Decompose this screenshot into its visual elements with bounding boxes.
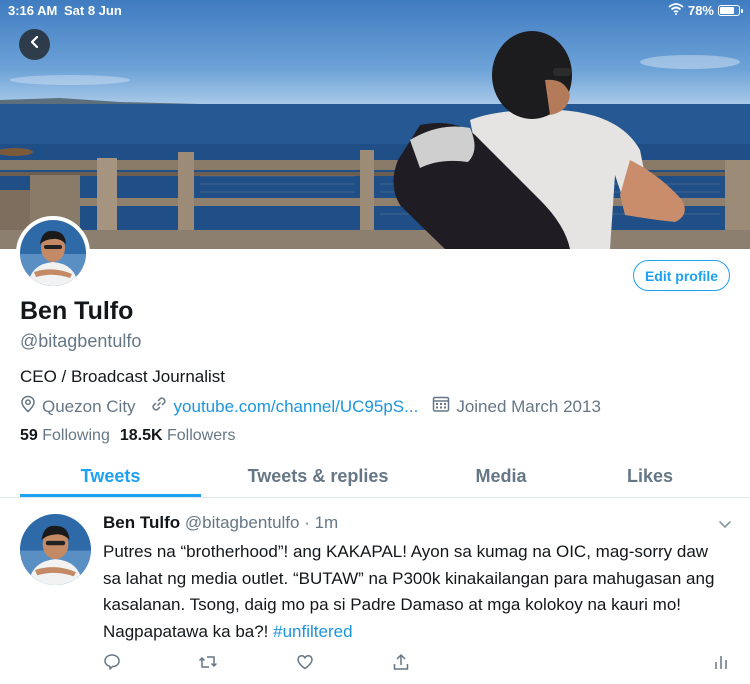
tweet-author-name[interactable]: Ben Tulfo [103, 513, 180, 532]
wifi-icon [668, 3, 684, 18]
tweet-text: Putres na “brotherhood”! ang KAKAPAL! Ay… [103, 542, 715, 641]
edit-profile-button[interactable]: Edit profile [633, 260, 730, 291]
analytics-icon[interactable] [714, 653, 728, 676]
share-icon[interactable] [392, 653, 410, 676]
active-tab-indicator [20, 494, 201, 497]
profile-bio: CEO / Broadcast Journalist [20, 367, 226, 386]
tweet-hashtag[interactable]: #unfiltered [273, 622, 352, 641]
status-date: Sat 8 Jun [64, 3, 122, 18]
banner-photo [0, 31, 750, 249]
tweet-avatar[interactable] [20, 514, 91, 585]
tab-tweets-replies[interactable]: Tweets & replies [218, 466, 418, 487]
heart-icon[interactable] [296, 653, 314, 676]
tweet-body: Putres na “brotherhood”! ang KAKAPAL! Ay… [103, 539, 728, 645]
back-arrow-icon [29, 35, 41, 54]
tab-likes[interactable]: Likes [590, 466, 710, 487]
profile-banner[interactable] [0, 0, 750, 249]
followers-label: Followers [167, 427, 236, 444]
link-icon [150, 395, 168, 418]
status-time: 3:16 AM [8, 3, 58, 18]
battery-level [720, 7, 735, 14]
follow-stats: 59 Following 18.5K Followers [20, 427, 235, 445]
profile-joined: Joined March 2013 [432, 395, 601, 418]
location-pin-icon [20, 395, 36, 418]
battery-icon [718, 5, 743, 16]
tweet-actions [0, 653, 750, 673]
chevron-down-icon[interactable] [718, 517, 732, 535]
tweet-separator: · [299, 513, 315, 532]
retweet-icon[interactable] [198, 653, 218, 676]
tab-tweets[interactable]: Tweets [20, 466, 201, 487]
followers-count: 18.5K [119, 427, 163, 444]
profile-tabs: Tweets Tweets & replies Media Likes [0, 458, 750, 498]
location-text: Quezon City [42, 396, 136, 416]
tab-media[interactable]: Media [440, 466, 562, 487]
calendar-icon [432, 395, 450, 418]
joined-text: Joined March 2013 [456, 396, 601, 416]
tweet-header: Ben Tulfo @bitagbentulfo · 1m [103, 513, 338, 533]
following-count: 59 [20, 427, 38, 444]
battery-percent: 78% [687, 3, 714, 18]
website-link[interactable]: youtube.com/channel/UC95pS... [174, 397, 419, 417]
tweet-author-handle[interactable]: @bitagbentulfo [185, 513, 300, 532]
profile-location: Quezon City [20, 395, 136, 418]
back-button[interactable] [19, 29, 50, 60]
status-indicators: 78% [668, 3, 743, 18]
profile-website[interactable]: youtube.com/channel/UC95pS... [150, 395, 419, 418]
reply-icon[interactable] [103, 653, 121, 676]
tweet-time[interactable]: 1m [315, 513, 339, 532]
following-stat[interactable]: 59 Following [20, 427, 110, 445]
followers-stat[interactable]: 18.5K Followers [120, 427, 236, 445]
status-bar: 3:16 AM Sat 8 Jun 78% [0, 0, 750, 20]
following-label: Following [42, 427, 110, 444]
profile-avatar[interactable] [16, 216, 90, 290]
profile-meta: Quezon City youtube.com/channel/UC95pS..… [20, 395, 615, 418]
profile-name: Ben Tulfo [20, 297, 134, 325]
profile-handle: @bitagbentulfo [20, 331, 142, 351]
